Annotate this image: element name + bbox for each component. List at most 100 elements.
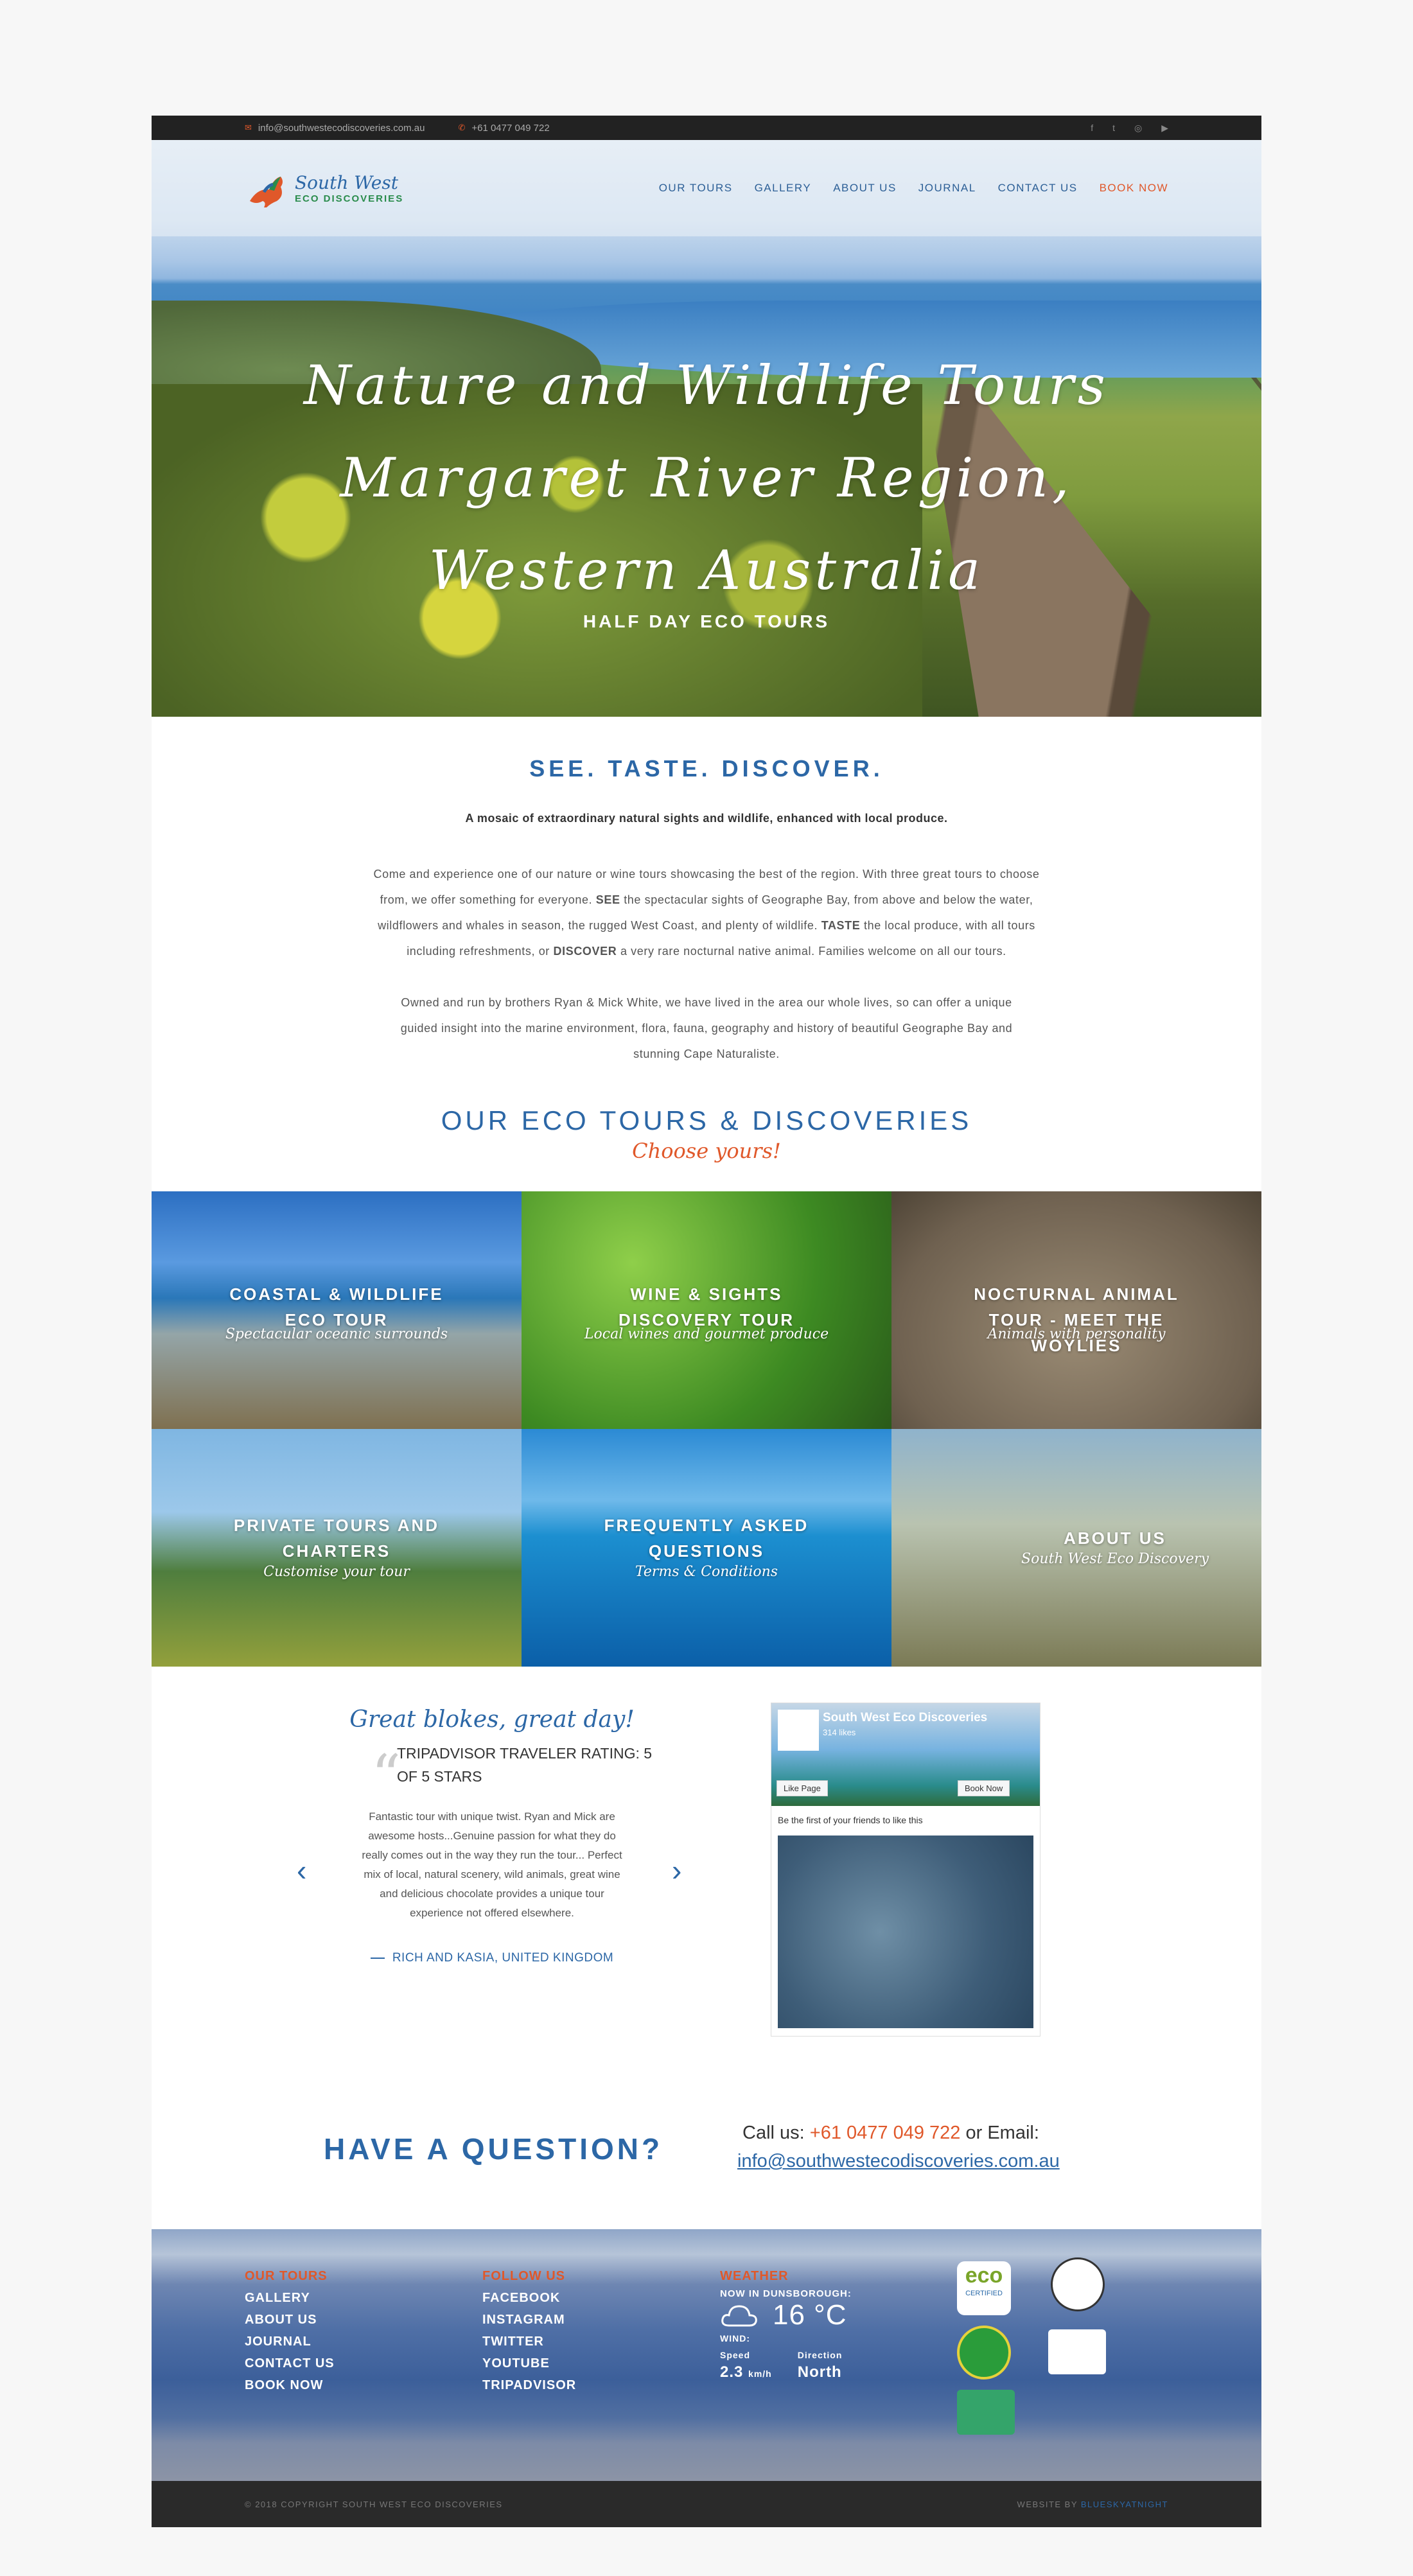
question-section: HAVE A QUESTION? Call us: +61 0477 049 7… [152,2078,1261,2229]
intro-section: SEE. TASTE. DISCOVER. A mosaic of extrao… [152,717,1261,1163]
tour-tile-coastal[interactable]: COASTAL & WILDLIFE ECO TOUR Spectacular … [152,1191,522,1429]
hero-subtitle: HALF DAY ECO TOURS [583,611,830,631]
footer-link[interactable]: TWITTER [482,2331,576,2353]
site-footer: OUR TOURS GALLERY ABOUT US JOURNAL CONTA… [152,2229,1261,2481]
top-bar: ✉ info@southwestecodiscoveries.com.au ✆ … [152,116,1261,140]
tour-subtitle: South West Eco Discovery [1021,1551,1209,1567]
top-phone[interactable]: ✆ +61 0477 049 722 [458,123,549,134]
footer-follow-heading: FOLLOW US [482,2269,565,2283]
wind-speed: 2.3 [720,2363,744,2381]
tours-subheading: Choose yours! [632,1139,781,1163]
youtube-icon[interactable]: ▶ [1161,123,1168,134]
review-body: Fantastic tour with unique twist. Ryan a… [362,1810,622,1919]
facebook-page-avatar[interactable] [778,1710,819,1751]
facebook-book-button[interactable]: Book Now [958,1780,1010,1796]
intro-lead: A mosaic of extraordinary natural sights… [465,812,948,825]
facebook-likes: 314 likes [823,1728,856,1737]
email-link[interactable]: info@southwestecodiscoveries.com.au [737,2151,1060,2172]
tour-title: PRIVATE TOURS AND CHARTERS [233,1516,440,1561]
tripadvisor-badge[interactable] [957,2390,1015,2435]
kangaroo-logo-icon [250,177,283,207]
nav-about-us[interactable]: ABOUT US [833,182,897,195]
weather-heading: WEATHER [720,2269,789,2283]
eco-certified-badge[interactable]: eco CERTIFIED [957,2261,1011,2315]
tour-subtitle: Animals with personality [987,1326,1166,1342]
copyright-text: © 2018 COPYRIGHT SOUTH WEST ECO DISCOVER… [245,2499,503,2509]
finalist-award-badge[interactable] [1051,2257,1105,2311]
logo-text: South West [295,172,398,193]
site-header: South West ECO DISCOVERIES OUR TOURS GAL… [152,140,1261,236]
intro-paragraph-1: Come and experience one of our nature or… [373,868,1040,958]
review-section: ‹ Great blokes, great day! “ TRIPADVISOR… [152,1667,1261,2078]
footer-link[interactable]: BOOK NOW [245,2374,335,2396]
tour-title: COASTAL & WILDLIFE ECO TOUR [229,1284,444,1329]
tour-title: FREQUENTLY ASKED QUESTIONS [604,1516,809,1561]
tour-subtitle: Local wines and gourmet produce [584,1326,829,1342]
instagram-icon[interactable]: ◎ [1134,123,1142,134]
phone-icon: ✆ [458,123,466,132]
review-author: RICH AND KASIA, UNITED KINGDOM [312,1951,672,1965]
website-credit-link[interactable]: BLUESKYATNIGHT [1081,2500,1168,2509]
review-heading: Great blokes, great day! [349,1706,635,1733]
call-us-text: Call us: +61 0477 049 722 or Email: [742,2123,1039,2143]
nav-contact-us[interactable]: CONTACT US [998,182,1078,195]
next-arrow-icon[interactable]: › [672,1853,681,1888]
envelope-icon: ✉ [245,123,252,132]
footer-follow-column: FOLLOW US FACEBOOK INSTAGRAM TWITTER YOU… [482,2265,576,2396]
tour-tile-faq[interactable]: FREQUENTLY ASKED QUESTIONS Terms & Condi… [522,1429,891,1667]
tours-heading: OUR ECO TOURS & DISCOVERIES [441,1105,972,1135]
facebook-page-name[interactable]: South West Eco Discoveries [823,1711,987,1725]
prev-arrow-icon[interactable]: ‹ [297,1853,306,1888]
speed-label: Speed [720,2350,751,2360]
question-heading: HAVE A QUESTION? [324,2132,663,2166]
wind-label: WIND: [720,2333,750,2344]
testimonial: Great blokes, great day! “ TRIPADVISOR T… [312,1706,672,1965]
cloud-icon [721,2305,757,2327]
footer-link[interactable]: YOUTUBE [482,2353,576,2374]
tour-subtitle: Customise your tour [263,1564,410,1580]
facebook-like-button[interactable]: Like Page [777,1780,828,1796]
tour-tile-about[interactable]: ABOUT US South West Eco Discovery [891,1429,1261,1667]
nav-journal[interactable]: JOURNAL [918,182,976,195]
twitter-icon[interactable]: t [1112,123,1115,134]
page: ✉ info@southwestecodiscoveries.com.au ✆ … [152,116,1261,2527]
facebook-cover: South West Eco Discoveries 314 likes Lik… [771,1703,1040,1806]
facebook-icon[interactable]: f [1091,123,1093,134]
logo-subtext: ECO DISCOVERIES [295,193,404,204]
footer-tours-heading[interactable]: OUR TOURS [245,2265,335,2287]
tour-tile-private[interactable]: PRIVATE TOURS AND CHARTERS Customise you… [152,1429,522,1667]
nav-book-now[interactable]: BOOK NOW [1100,182,1168,195]
tour-tile-nocturnal[interactable]: NOCTURNAL ANIMAL TOUR - MEET THE WOYLIES… [891,1191,1261,1429]
top-email[interactable]: ✉ info@southwestecodiscoveries.com.au [245,123,425,134]
weather-temperature: 16 °C [773,2299,847,2331]
social-links: f t ◎ ▶ [1091,123,1168,134]
footer-link[interactable]: INSTAGRAM [482,2309,576,2331]
footer-link[interactable]: TRIPADVISOR [482,2374,576,2396]
tour-subtitle: Spectacular oceanic surrounds [225,1326,448,1342]
nav-gallery[interactable]: GALLERY [755,182,812,195]
quote-mark-icon: “ [371,1742,401,1810]
footer-link[interactable]: JOURNAL [245,2331,335,2353]
accredited-business-badge[interactable] [957,2326,1011,2379]
tour-title: NOCTURNAL ANIMAL TOUR - MEET THE WOYLIES [974,1284,1179,1355]
wind-direction: North [797,2363,842,2381]
tour-title: ABOUT US [1064,1529,1166,1548]
footer-link[interactable]: ABOUT US [245,2309,335,2331]
site-logo[interactable]: South West ECO DISCOVERIES [245,162,403,214]
footer-link[interactable]: CONTACT US [245,2353,335,2374]
footer-weather: WEATHER NOW IN DUNSBOROUGH: 16 °C WIND: … [720,2265,852,2383]
tour-tile-wine[interactable]: WINE & SIGHTS DISCOVERY TOUR Local wines… [522,1191,891,1429]
intro-heading: SEE. TASTE. DISCOVER. [529,755,884,782]
tours-grid: COASTAL & WILDLIFE ECO TOUR Spectacular … [152,1191,1261,1667]
footer-tours-column: OUR TOURS GALLERY ABOUT US JOURNAL CONTA… [245,2265,335,2396]
call-phone-link[interactable]: +61 0477 049 722 [810,2123,961,2143]
tour-title: WINE & SIGHTS DISCOVERY TOUR [618,1284,795,1329]
footer-link[interactable]: GALLERY [245,2287,335,2309]
review-title: TRIPADVISOR TRAVELER RATING: 5 OF 5 STAR… [397,1745,653,1785]
nav-our-tours[interactable]: OUR TOURS [659,182,733,195]
footer-link[interactable]: FACEBOOK [482,2287,576,2309]
hero-title: Nature and Wildlife Tours Margaret River… [304,354,1109,602]
heritage-badge[interactable] [1048,2329,1106,2374]
facebook-post-photo[interactable] [778,1836,1033,2028]
facebook-friends-text: Be the first of your friends to like thi… [778,1815,923,1825]
